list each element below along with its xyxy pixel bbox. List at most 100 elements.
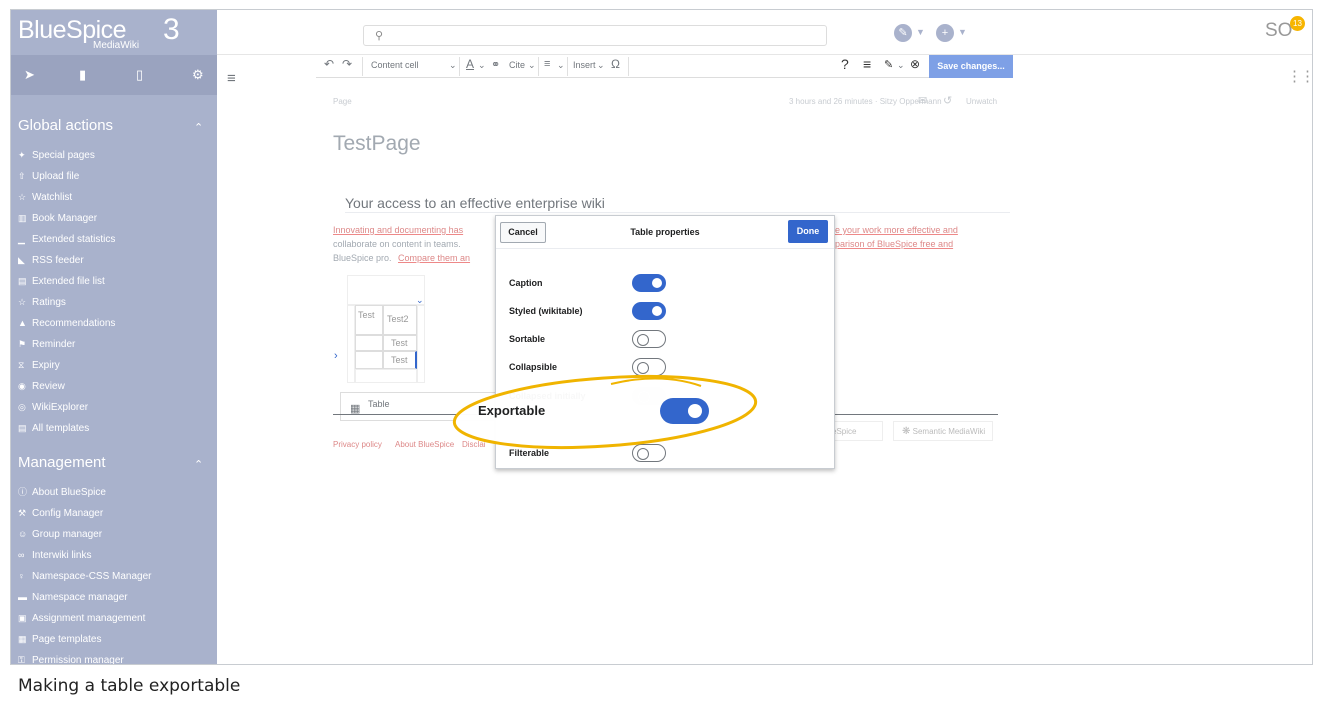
plus-icon[interactable]: + bbox=[936, 24, 954, 42]
sidebar-item[interactable]: ▦ Page templates bbox=[18, 632, 102, 646]
done-button[interactable]: Done bbox=[788, 220, 828, 243]
option-label: Filterable bbox=[509, 448, 550, 458]
format-dropdown[interactable]: Content cell bbox=[371, 60, 419, 70]
option-toggle[interactable] bbox=[632, 358, 666, 376]
sidebar-item[interactable]: ⚒ Config Manager bbox=[18, 506, 103, 520]
table-cell[interactable]: Test2 bbox=[383, 305, 417, 335]
gear-icon[interactable]: ⚙ bbox=[192, 67, 204, 83]
sidebar-item[interactable]: ◣ RSS feeder bbox=[18, 253, 84, 267]
sidebar-item[interactable]: ▬ Namespace manager bbox=[18, 590, 128, 604]
sidebar-item[interactable]: ▤ Extended file list bbox=[18, 274, 105, 288]
option-toggle[interactable] bbox=[632, 444, 666, 462]
edit-mode-icon[interactable]: ✎ bbox=[884, 58, 893, 71]
chevron-down-icon[interactable]: ⌄ bbox=[597, 60, 605, 71]
sidebar-item[interactable]: ☆ Watchlist bbox=[18, 190, 72, 204]
chevron-down-icon[interactable]: ⌄ bbox=[416, 295, 424, 306]
option-toggle[interactable] bbox=[632, 274, 666, 292]
chevron-down-icon[interactable]: ⌄ bbox=[449, 60, 457, 71]
chevron-down-icon[interactable]: ⌄ bbox=[557, 60, 565, 71]
page-title: TestPage bbox=[333, 132, 421, 155]
apps-grid-icon[interactable]: ⋮⋮⋮ bbox=[1287, 67, 1312, 85]
pencil-icon[interactable]: ✎ bbox=[894, 24, 912, 42]
sidebar-item[interactable]: ✦ Special pages bbox=[18, 148, 95, 162]
chevron-down-icon[interactable]: ▼ bbox=[958, 27, 967, 37]
mini-table[interactable]: Test Test2 Test Test bbox=[347, 275, 425, 383]
omega-icon[interactable]: Ω bbox=[611, 57, 620, 71]
redo-icon[interactable]: ↷ bbox=[342, 57, 352, 71]
history-icon[interactable]: ↺ bbox=[943, 94, 952, 107]
sidebar-item-label: Extended file list bbox=[32, 276, 105, 287]
logo[interactable]: BlueSpice MediaWiki 3 bbox=[11, 10, 217, 55]
help-icon[interactable]: ? bbox=[841, 56, 849, 72]
paragraph-text[interactable]: Innovating and documenting has bbox=[333, 225, 463, 235]
sidebar-item[interactable]: ◎ WikiExplorer bbox=[18, 400, 88, 414]
book-icon[interactable]: ▮ bbox=[79, 67, 86, 83]
chat-icon[interactable]: ✉ bbox=[918, 94, 927, 107]
sidebar-item[interactable]: ⧖ Expiry bbox=[18, 358, 60, 372]
chevron-up-icon[interactable]: ⌃ bbox=[194, 458, 203, 471]
close-icon[interactable]: ⊗ bbox=[910, 57, 920, 71]
chart-icon: ▁ bbox=[18, 234, 25, 244]
paragraph-text[interactable]: parison of BlueSpice free and bbox=[835, 239, 953, 249]
sidebar-item-label: Namespace manager bbox=[32, 592, 128, 603]
table-cell[interactable]: Test bbox=[383, 351, 417, 369]
sidebar-item[interactable]: ☆ Ratings bbox=[18, 295, 66, 309]
undo-icon[interactable]: ↶ bbox=[324, 57, 334, 71]
unwatch-link[interactable]: Unwatch bbox=[966, 97, 997, 106]
screenshot-frame: BlueSpice MediaWiki 3 ⚲ ✎ ▼ + ▼ SO 13 ➤ … bbox=[10, 9, 1313, 665]
compare-link[interactable]: Compare them an bbox=[398, 253, 470, 263]
chevron-down-icon[interactable]: ⌄ bbox=[478, 60, 486, 71]
option-label: Caption bbox=[509, 278, 543, 288]
chevron-down-icon[interactable]: ▼ bbox=[916, 27, 925, 37]
chevron-up-icon[interactable]: ⌃ bbox=[194, 121, 203, 134]
table-cell[interactable]: Test bbox=[383, 335, 417, 351]
page-options-icon[interactable]: ≡ bbox=[863, 56, 871, 72]
save-changes-button[interactable]: Save changes... bbox=[929, 55, 1013, 78]
global-actions-title[interactable]: Global actions bbox=[18, 117, 113, 134]
notification-badge[interactable]: 13 bbox=[1290, 16, 1305, 31]
sidebar-item[interactable]: ⚿ Permission manager bbox=[18, 653, 124, 665]
sidebar-item[interactable]: ∞ Interwiki links bbox=[18, 548, 91, 562]
table-cell[interactable]: Test bbox=[355, 305, 383, 335]
sidebar-item[interactable]: ♀ Namespace-CSS Manager bbox=[18, 569, 152, 583]
option-toggle[interactable] bbox=[632, 330, 666, 348]
sidebar-item[interactable]: ☺ Group manager bbox=[18, 527, 102, 541]
semantic-mediawiki-badge[interactable]: ❋ Semantic MediaWiki bbox=[893, 421, 993, 441]
chevron-down-icon[interactable]: ⌄ bbox=[528, 60, 536, 71]
sidebar: ➤ ▮ ▯ ⚙ Global actions ⌃ ✦ Special pages ⇧… bbox=[11, 55, 217, 665]
dialog-title: Table properties bbox=[630, 227, 700, 237]
avatar[interactable]: SO bbox=[1265, 20, 1292, 42]
cite-dropdown[interactable]: Cite bbox=[509, 60, 525, 70]
disclaimer-link[interactable]: Disclai bbox=[462, 440, 486, 449]
logo-number: 3 bbox=[163, 13, 180, 46]
navigation-icon[interactable]: ➤ bbox=[24, 67, 35, 83]
search-input[interactable]: ⚲ bbox=[363, 25, 827, 46]
cancel-button[interactable]: Cancel bbox=[500, 222, 546, 243]
option-toggle[interactable] bbox=[632, 302, 666, 320]
chevron-right-icon[interactable]: › bbox=[334, 350, 338, 362]
insert-dropdown[interactable]: Insert bbox=[573, 60, 596, 70]
sidebar-item[interactable]: ⇧ Upload file bbox=[18, 169, 79, 183]
key-icon: ⚿ bbox=[18, 655, 25, 665]
link-icon[interactable]: ⚭ bbox=[491, 58, 500, 71]
paragraph-text[interactable]: e your work more effective and bbox=[835, 225, 958, 235]
sidebar-item[interactable]: ▁ Extended statistics bbox=[18, 232, 115, 246]
chevron-down-icon[interactable]: ⌄ bbox=[897, 60, 905, 71]
list-icon[interactable]: ≡ bbox=[544, 58, 550, 70]
sidebar-item[interactable]: ◉ Review bbox=[18, 379, 65, 393]
sidebar-item[interactable]: ▲ Recommendations bbox=[18, 316, 115, 330]
privacy-link[interactable]: Privacy policy bbox=[333, 440, 382, 449]
sidebar-item[interactable]: ▣ Assignment management bbox=[18, 611, 145, 625]
sidebar-item[interactable]: ⓘ About BlueSpice bbox=[18, 485, 106, 499]
clipboard-icon[interactable]: ▯ bbox=[136, 67, 143, 83]
exportable-toggle[interactable] bbox=[660, 398, 709, 424]
about-link[interactable]: About BlueSpice bbox=[395, 440, 454, 449]
text-style-icon[interactable]: A bbox=[466, 57, 474, 71]
breadcrumb[interactable]: Page bbox=[333, 97, 352, 106]
sidebar-item[interactable]: ▤ All templates bbox=[18, 421, 89, 435]
sidebar-item[interactable]: ⚑ Reminder bbox=[18, 337, 75, 351]
menu-icon[interactable]: ≡ bbox=[227, 70, 236, 87]
sidebar-item[interactable]: ▥ Book Manager bbox=[18, 211, 97, 225]
management-title[interactable]: Management bbox=[18, 454, 106, 471]
rss-icon: ◣ bbox=[18, 255, 25, 265]
